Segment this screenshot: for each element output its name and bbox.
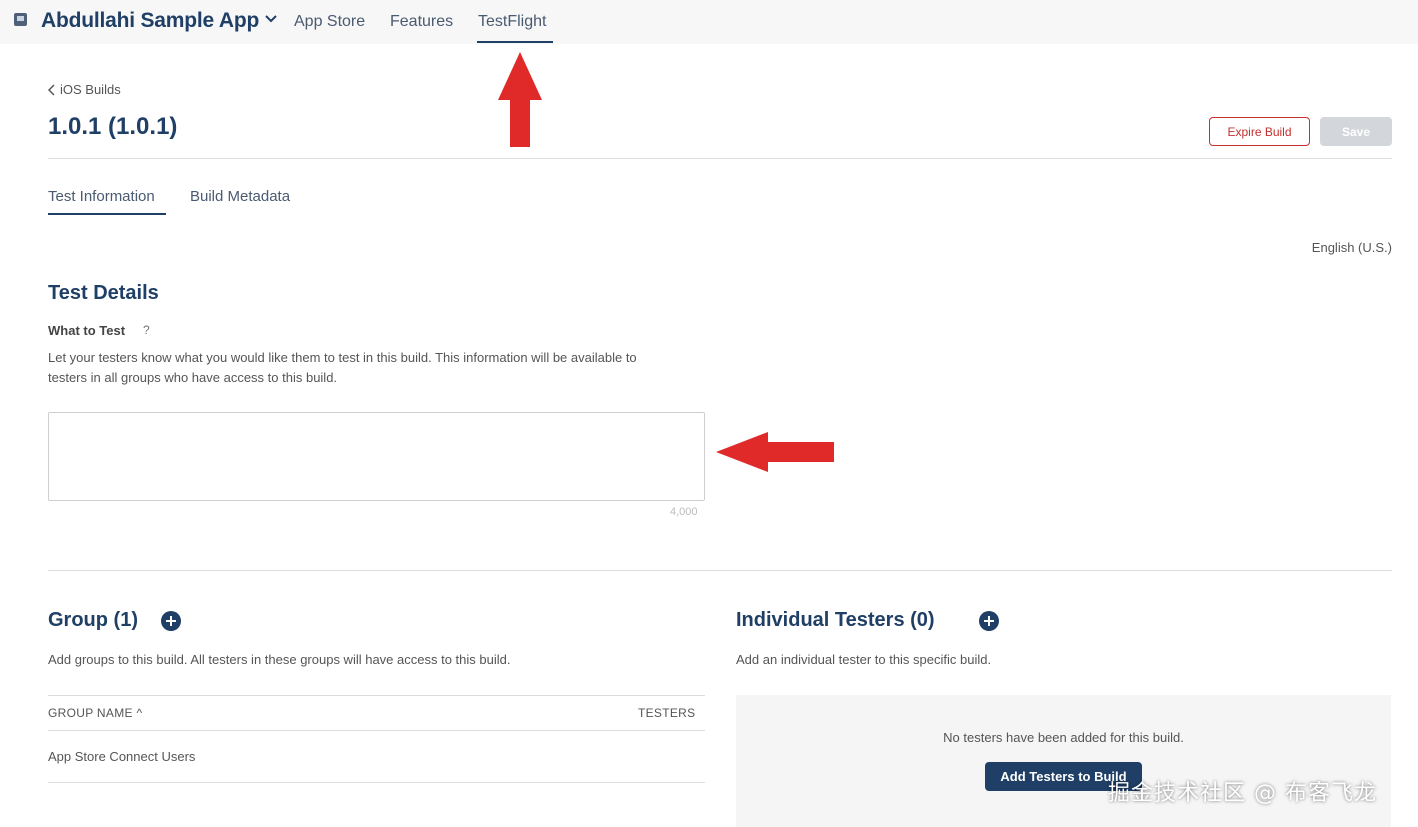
locale-selector[interactable]: English (U.S.): [1312, 240, 1392, 255]
test-details-title: Test Details: [48, 282, 159, 304]
nav-testflight[interactable]: TestFlight: [478, 13, 546, 31]
chevron-left-icon: [48, 83, 55, 96]
table-border: [48, 730, 705, 731]
nav-app-store[interactable]: App Store: [294, 13, 365, 31]
column-header-testers[interactable]: TESTERS: [638, 706, 695, 720]
chevron-down-icon[interactable]: [264, 12, 278, 26]
description-line: testers in all groups who have access to…: [48, 370, 338, 385]
what-to-test-input[interactable]: [48, 412, 705, 501]
sort-asc-icon: ^: [136, 706, 143, 720]
what-to-test-label: What to Test: [48, 323, 126, 338]
section-divider: [48, 570, 1392, 571]
char-limit: 4,000: [670, 506, 698, 518]
group-title: Group (1): [48, 609, 138, 631]
watermark: 掘金技术社区 @ 布客飞龙: [1108, 781, 1377, 806]
expire-build-button[interactable]: Expire Build: [1209, 117, 1310, 146]
empty-message: No testers have been added for this buil…: [943, 730, 1184, 745]
tab-active-indicator: [48, 213, 166, 215]
save-button[interactable]: Save: [1320, 117, 1392, 146]
individual-testers-title: Individual Testers (0): [736, 609, 935, 631]
table-border: [48, 782, 705, 783]
top-nav: Abdullahi Sample App App Store Features …: [0, 0, 1418, 44]
table-border: [48, 695, 705, 696]
app-name[interactable]: Abdullahi Sample App: [41, 9, 259, 33]
table-row[interactable]: App Store Connect Users: [48, 749, 195, 764]
nav-active-indicator: [477, 41, 553, 43]
testers-empty-state: No testers have been added for this buil…: [736, 695, 1391, 827]
tab-test-information[interactable]: Test Information: [48, 188, 155, 205]
tab-build-metadata[interactable]: Build Metadata: [190, 188, 290, 205]
help-icon[interactable]: ?: [143, 323, 150, 337]
annotation-arrow-left: [716, 432, 834, 472]
app-icon: [14, 13, 27, 26]
description-line: Let your testers know what you would lik…: [48, 350, 637, 365]
column-header-label: GROUP NAME: [48, 706, 133, 720]
annotation-arrow-up: [498, 52, 542, 147]
header-divider: [48, 158, 1392, 159]
back-link[interactable]: iOS Builds: [48, 82, 121, 97]
column-header-group-name[interactable]: GROUP NAME ^: [48, 706, 142, 720]
individual-testers-description: Add an individual tester to this specifi…: [736, 652, 992, 667]
nav-features[interactable]: Features: [390, 13, 453, 31]
back-link-label: iOS Builds: [60, 82, 121, 97]
group-description: Add groups to this build. All testers in…: [48, 652, 511, 667]
page-title: 1.0.1 (1.0.1): [48, 113, 178, 140]
add-tester-icon[interactable]: [979, 611, 999, 631]
add-group-icon[interactable]: [161, 611, 181, 631]
what-to-test-description: Let your testers know what you would lik…: [48, 348, 728, 388]
